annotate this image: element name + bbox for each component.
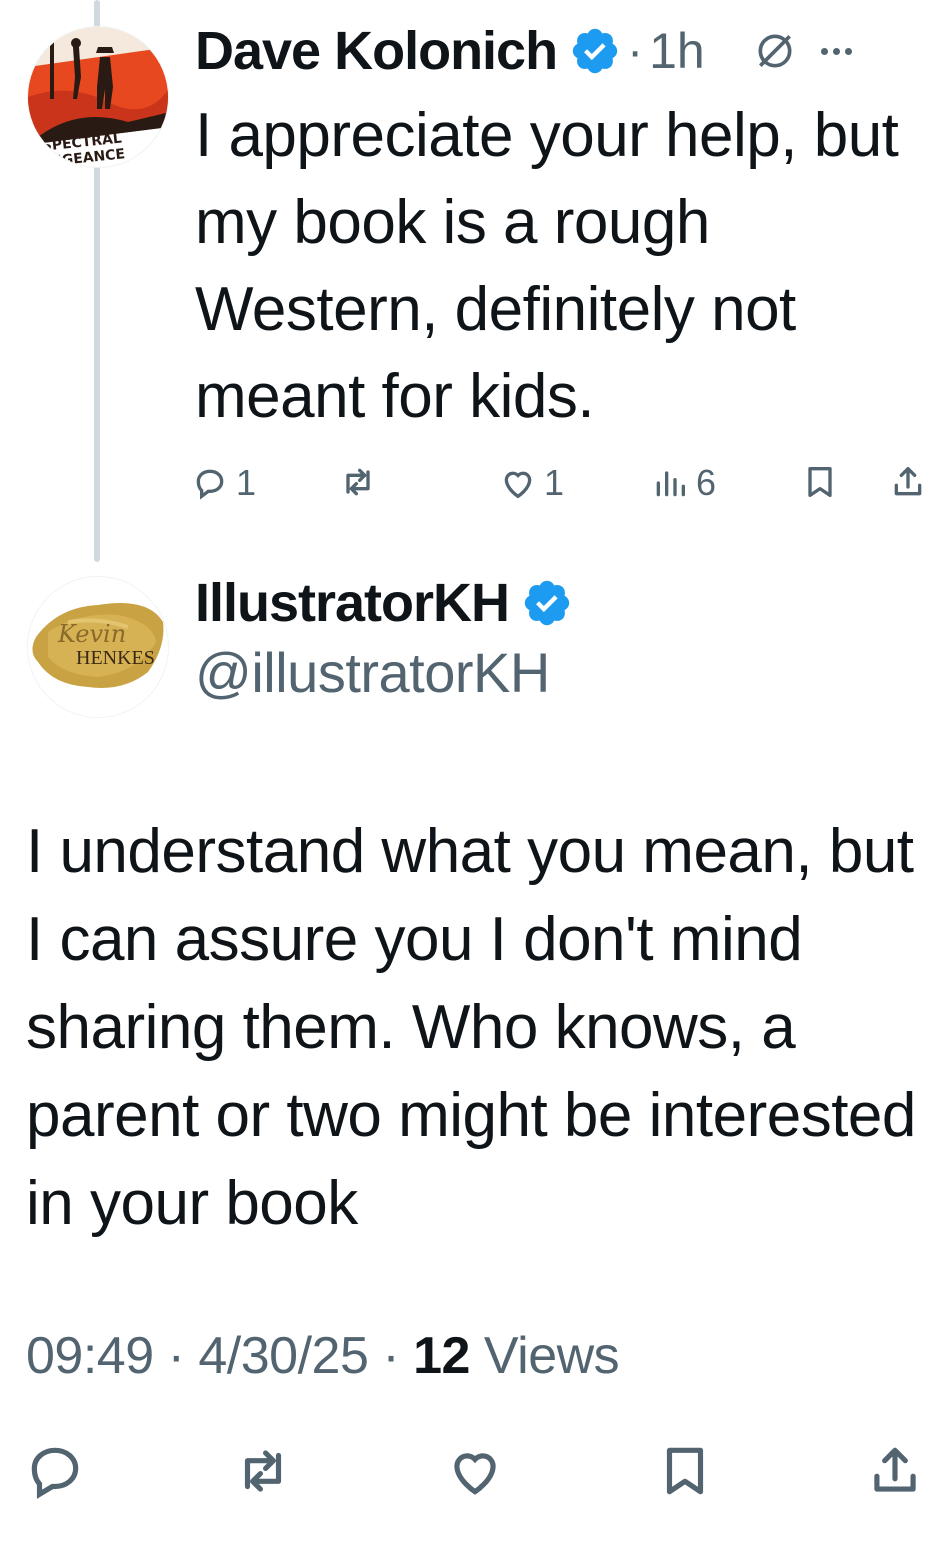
separator-dot: ·: [627, 24, 644, 78]
grok-icon[interactable]: [753, 29, 797, 73]
analytics-icon: [656, 471, 685, 497]
like-count: 1: [544, 462, 565, 503]
reply-icon: [31, 1447, 79, 1499]
reply-button[interactable]: [24, 1440, 86, 1507]
focused-tweet-actions-bar: [0, 1440, 950, 1520]
separator-dot: ·: [382, 1327, 400, 1385]
share-icon: [894, 467, 922, 496]
like-button[interactable]: 1: [498, 462, 564, 504]
bookmark-icon: [808, 467, 832, 497]
tweet-meta: 09:49 · 4/30/25 · 12 Views: [26, 1326, 620, 1386]
reply-icon: [196, 469, 224, 500]
tweet-actions-bar: 1 1 6: [190, 462, 930, 512]
view-count: 6: [696, 462, 717, 503]
tweet-header-focused: IllustratorKH: [195, 572, 573, 634]
avatar-logo-script: Kevin: [57, 620, 126, 648]
views-label: Views: [483, 1327, 620, 1385]
views-button[interactable]: 6: [650, 462, 716, 504]
repost-icon: [244, 1450, 282, 1492]
repost-button[interactable]: [232, 1440, 294, 1507]
avatar-dave-kolonich[interactable]: SPECTRAL VENGEANCE: [27, 26, 169, 168]
repost-icon: [346, 468, 370, 496]
share-icon: [874, 1447, 916, 1492]
verified-badge-icon: [524, 580, 570, 626]
tweet-time[interactable]: 1h: [649, 22, 705, 80]
like-button[interactable]: [444, 1440, 506, 1507]
user-handle[interactable]: @illustratorKH: [195, 640, 550, 705]
share-button[interactable]: [888, 462, 928, 502]
separator-dot: ·: [167, 1327, 185, 1385]
heart-icon: [504, 471, 532, 499]
share-button[interactable]: [864, 1440, 926, 1507]
verified-badge-icon: [572, 28, 618, 74]
tweet-date[interactable]: 4/30/25: [198, 1327, 369, 1385]
avatar-illustratorkh[interactable]: Kevin HENKES: [27, 576, 169, 718]
display-name[interactable]: Dave Kolonich: [195, 20, 558, 82]
bookmark-button[interactable]: [800, 462, 840, 502]
tweet-text: I understand what you mean, but I can as…: [26, 817, 916, 1238]
tweet-timestamp[interactable]: 09:49: [26, 1327, 154, 1385]
repost-button[interactable]: [338, 462, 384, 502]
tweet-header-parent: Dave Kolonich · 1h: [195, 20, 852, 82]
more-options-icon[interactable]: [820, 47, 852, 55]
bookmark-icon: [666, 1447, 704, 1495]
views-count: 12: [413, 1327, 470, 1385]
display-name[interactable]: IllustratorKH: [195, 572, 510, 634]
bookmark-button[interactable]: [654, 1440, 716, 1507]
heart-icon: [454, 1453, 496, 1495]
avatar-logo-name: HENKES: [76, 647, 155, 669]
tweet-text: I appreciate your help, but my book is a…: [195, 101, 899, 431]
reply-button[interactable]: 1: [190, 462, 256, 504]
reply-count: 1: [236, 462, 257, 503]
